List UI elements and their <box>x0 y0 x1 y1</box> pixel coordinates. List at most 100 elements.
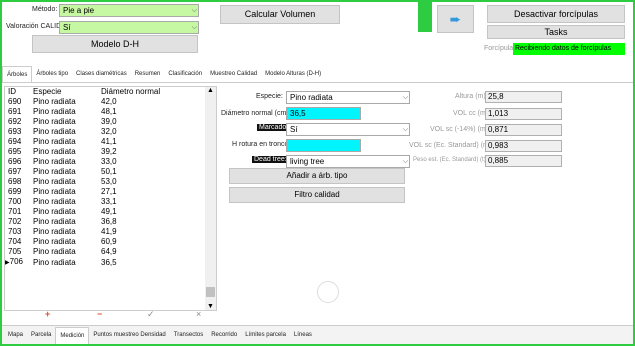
tab-arboles[interactable]: Árboles <box>2 66 33 83</box>
cell-id: ▶706 <box>5 257 27 268</box>
add-arbol-tipo-button[interactable]: Añadir a árb. tipo <box>229 168 405 184</box>
tab-medicion[interactable]: Medición <box>55 327 90 344</box>
table-scrollbar[interactable]: ▲ ▼ <box>205 87 216 310</box>
trees-table[interactable]: ID Especie Diámetro normal 690 Pino radia… <box>4 86 217 311</box>
tab-puntos-muestreo[interactable]: Puntos muestreo Densidad <box>89 327 169 344</box>
remove-icon[interactable]: − <box>97 309 102 319</box>
especie-value: Pino radiata <box>290 93 333 102</box>
cell-especie: Pino radiata <box>33 227 76 236</box>
volcc-value: 1,013 <box>485 108 562 120</box>
col-header-id[interactable]: ID <box>5 87 27 97</box>
model-dh-button[interactable]: Modelo D-H <box>32 35 198 53</box>
col-header-diametro[interactable]: Diámetro normal <box>97 87 205 97</box>
cell-diametro: 39,0 <box>101 117 117 126</box>
row-id: 694 <box>8 137 22 146</box>
row-id: 695 <box>8 147 22 156</box>
tab-recorrido[interactable]: Recorrido <box>207 327 241 344</box>
scroll-up-icon[interactable]: ▲ <box>207 87 214 94</box>
cell-diametro: 48,1 <box>101 107 117 116</box>
diametro-input[interactable]: 36,5 <box>286 107 361 120</box>
tab-clases-diametricas[interactable]: Clases diamétricas <box>72 66 131 83</box>
cell-diametro: 36,5 <box>101 257 117 267</box>
cell-id: 702 <box>5 217 27 227</box>
metodo-label: Método: <box>32 6 58 13</box>
deadtree-value: living tree <box>290 157 325 166</box>
table-row[interactable]: 701 Pino radiata 49,1 <box>5 207 205 217</box>
cancel-icon[interactable]: × <box>196 309 201 319</box>
volsc-std-label: VOL sc (Ec. Standard) (m³): <box>409 142 496 149</box>
cell-id: 692 <box>5 117 27 127</box>
tab-arboles-tipo[interactable]: Árboles tipo <box>32 66 72 83</box>
hrotura-input[interactable] <box>286 139 361 152</box>
loading-indicator <box>317 281 339 303</box>
tab-transectos[interactable]: Transectos <box>170 327 207 344</box>
scroll-thumb[interactable] <box>206 287 215 297</box>
chevron-down-icon: ⌵ <box>191 24 197 31</box>
cell-id: 696 <box>5 157 27 167</box>
volsc-std-value: 0,983 <box>485 140 562 152</box>
table-row[interactable]: 692 Pino radiata 39,0 <box>5 117 205 127</box>
cell-id: 698 <box>5 177 27 187</box>
table-row[interactable]: 691 Pino radiata 48,1 <box>5 107 205 117</box>
bluetooth-icon[interactable]: ➨ <box>437 5 474 33</box>
tab-limites-parcela[interactable]: Límites parcela <box>241 327 290 344</box>
metodo-value: Pie a pie <box>63 6 95 15</box>
cell-diametro: 42,0 <box>101 97 117 106</box>
cell-especie: Pino radiata <box>33 207 76 216</box>
row-id: 704 <box>8 237 22 246</box>
table-row[interactable]: ▶706 Pino radiata 36,5 <box>5 257 205 268</box>
filter-calidad-button[interactable]: Filtro calidad <box>229 187 405 203</box>
valoracion-select[interactable]: Sí ⌵ <box>59 21 199 34</box>
row-id: 696 <box>8 157 22 166</box>
tab-resumen[interactable]: Resumen <box>131 66 165 83</box>
deactivate-forcipulas-button[interactable]: Desactivar forcípulas <box>487 5 625 23</box>
table-row[interactable]: 703 Pino radiata 41,9 <box>5 227 205 237</box>
row-id: 703 <box>8 227 22 236</box>
table-row[interactable]: 694 Pino radiata 41,1 <box>5 137 205 147</box>
table-row[interactable]: 704 Pino radiata 60,9 <box>5 237 205 247</box>
table-row[interactable]: 690 Pino radiata 42,0 <box>5 97 205 107</box>
tab-modelo-alturas[interactable]: Modelo Alturas (D-H) <box>261 66 325 83</box>
cell-especie: Pino radiata <box>33 137 76 146</box>
tab-mapa[interactable]: Mapa <box>4 327 27 344</box>
hrotura-label: H rotura en tronco: <box>232 141 291 148</box>
especie-select[interactable]: Pino radiata ⌵ <box>286 91 410 104</box>
confirm-icon[interactable]: ✓ <box>147 309 155 320</box>
tab-muestreo-calidad[interactable]: Muestreo Calidad <box>206 66 261 83</box>
table-row[interactable]: 693 Pino radiata 32,0 <box>5 127 205 137</box>
tab-divider <box>2 82 633 83</box>
table-row[interactable]: 702 Pino radiata 36,8 <box>5 217 205 227</box>
metodo-select[interactable]: Pie a pie ⌵ <box>59 4 199 17</box>
cell-diametro: 33,0 <box>101 157 117 166</box>
calc-volume-button[interactable]: Calcular Volumen <box>220 5 340 24</box>
marcado-select[interactable]: Sí ⌵ <box>286 123 410 136</box>
deadtree-label: Dead tree: <box>252 156 289 163</box>
cell-especie: Pino radiata <box>33 257 76 267</box>
volsc-value: 0,871 <box>485 124 562 136</box>
cell-diametro: 39,2 <box>101 147 117 156</box>
table-row[interactable]: 700 Pino radiata 33,1 <box>5 197 205 207</box>
table-row[interactable]: 696 Pino radiata 33,0 <box>5 157 205 167</box>
deadtree-select[interactable]: living tree ⌵ <box>286 155 410 168</box>
cell-especie: Pino radiata <box>33 117 76 126</box>
add-icon[interactable]: + <box>45 309 50 319</box>
table-row[interactable]: 699 Pino radiata 27,1 <box>5 187 205 197</box>
tasks-button[interactable]: Tasks <box>487 25 625 39</box>
table-toolbar: + − ✓ × <box>4 309 217 323</box>
bottom-tabs: Mapa Parcela Medición Puntos muestreo De… <box>4 327 316 344</box>
tab-lineas[interactable]: Líneas <box>290 327 316 344</box>
main-tabs: Árboles Árboles tipo Clases diamétricas … <box>2 66 325 83</box>
diametro-label: Diámetro normal (cm): <box>221 110 291 117</box>
col-header-especie[interactable]: Especie <box>27 87 97 97</box>
marcado-value: Sí <box>290 125 298 134</box>
table-row[interactable]: 705 Pino radiata 64,9 <box>5 247 205 257</box>
table-row[interactable]: 695 Pino radiata 39,2 <box>5 147 205 157</box>
cell-especie: Pino radiata <box>33 237 76 246</box>
tab-clasificacion[interactable]: Clasificación <box>164 66 206 83</box>
table-row[interactable]: 698 Pino radiata 53,0 <box>5 177 205 187</box>
cell-diametro: 60,9 <box>101 237 117 246</box>
row-id: 698 <box>8 177 22 186</box>
tab-parcela[interactable]: Parcela <box>27 327 55 344</box>
table-row[interactable]: 697 Pino radiata 50,1 <box>5 167 205 177</box>
row-id: 701 <box>8 207 22 216</box>
